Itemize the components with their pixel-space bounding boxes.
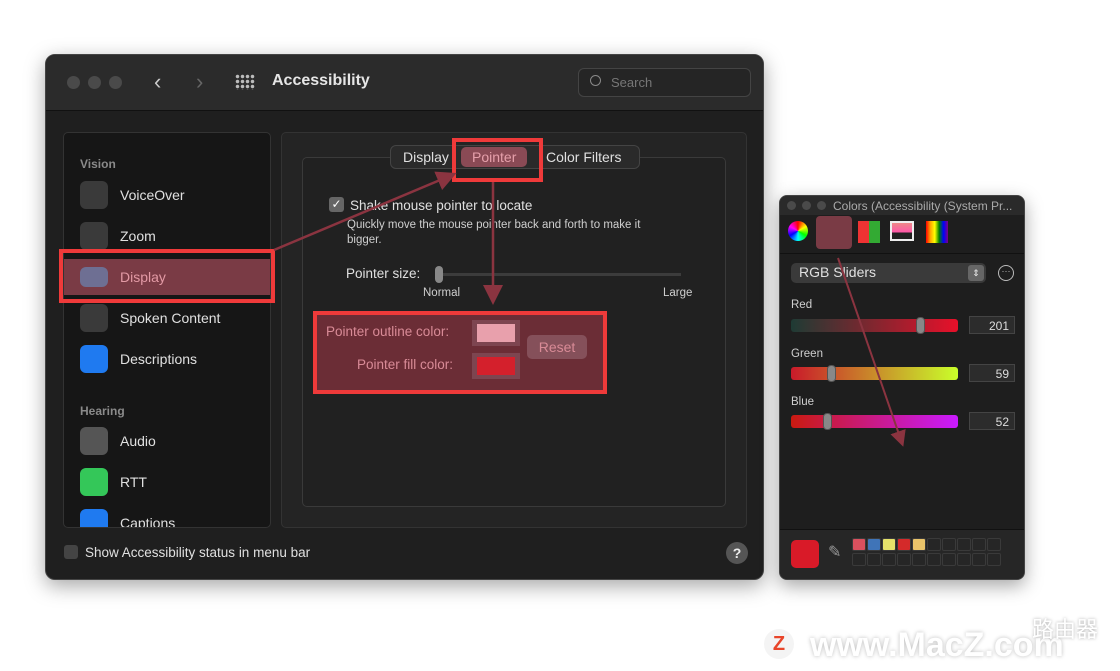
watermark-text: www.MacZ.com <box>810 626 1064 664</box>
arrow-sliders <box>837 257 906 447</box>
router-logo: 路由器 <box>1032 617 1099 642</box>
macz-logo: Z <box>764 629 794 659</box>
arrow-display-to-pointer <box>273 171 457 252</box>
annotation-arrows <box>273 171 906 447</box>
